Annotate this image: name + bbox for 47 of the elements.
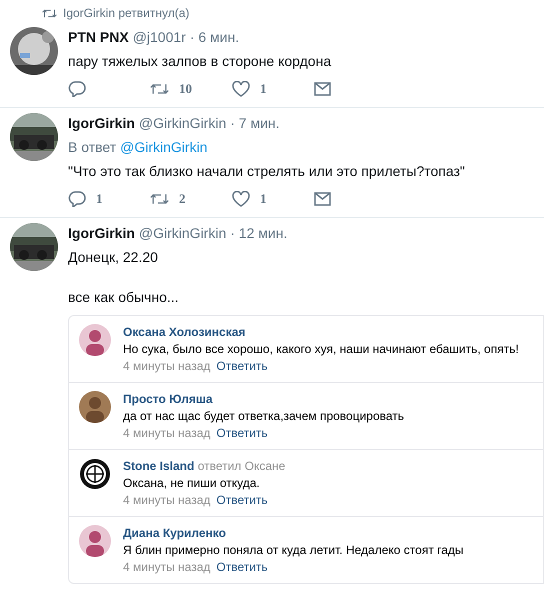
action-count: 1 [260, 80, 266, 98]
comment-author[interactable]: Оксана Холозинская [123, 325, 246, 339]
comment-time: 4 минуты назад [123, 559, 210, 576]
tweet-time: · 7 мин. [230, 115, 280, 131]
author-handle[interactable]: @GirkinGirkin [138, 225, 226, 241]
author-name[interactable]: IgorGirkin [68, 225, 135, 241]
mail-icon[interactable] [314, 192, 331, 206]
comment-author[interactable]: Диана Куриленко [123, 526, 226, 540]
action-count: 1 [96, 190, 102, 208]
comment-text: Я блин примерно поняла от куда летит. Недалеко стоят гады [123, 542, 464, 559]
author-handle[interactable]: @j1001r [132, 29, 186, 45]
action-count: 10 [179, 80, 192, 98]
reply-link[interactable]: Ответить [216, 559, 268, 576]
mail-icon[interactable] [314, 82, 331, 96]
comment-time: 4 минуты назад [123, 492, 210, 509]
author-handle[interactable]: @GirkinGirkin [138, 115, 226, 131]
tweet-text: пару тяжелых залпов в стороне кордона [68, 52, 332, 71]
tweet-text: "Что это так близко начали стрелять или это прилеты?топаз" [68, 162, 466, 181]
comment-time: 4 минуты назад [123, 425, 210, 442]
heart-icon[interactable] [232, 191, 250, 207]
tweet-text: все как обычно... [68, 288, 180, 307]
author-name[interactable]: PTN PNX [68, 29, 129, 45]
emblem-icon [79, 458, 111, 490]
comment-author[interactable]: Stone Island [123, 459, 194, 473]
retweet-icon [150, 82, 169, 96]
action-count: 2 [179, 190, 186, 208]
retweet-note: IgorGirkin ретвитнул(а) [63, 5, 190, 22]
comment-author[interactable]: Просто Юляша [123, 392, 213, 406]
tweet-text: Донецк, 22.20 [68, 248, 159, 267]
retweet-icon [150, 192, 169, 206]
heart-icon[interactable] [232, 81, 250, 97]
comment-text: Оксана, не пиши откуда. [123, 475, 261, 492]
tweet-time: · 6 мин. [190, 29, 240, 45]
reply-note: ответил Оксане [196, 459, 286, 473]
comment-time: 4 минуты назад [123, 358, 210, 375]
reply-link[interactable]: Ответить [216, 492, 268, 509]
comment-text: да от нас щас будет ответка,зачем провоцировать [123, 408, 404, 425]
action-count: 1 [260, 190, 266, 208]
reply-icon[interactable] [68, 81, 86, 97]
reply-prefix: В ответ [68, 139, 116, 155]
tweet-time: · 12 мин. [230, 225, 288, 241]
reply-icon[interactable] [68, 191, 86, 207]
reply-link[interactable]: Ответить [216, 358, 268, 375]
comment-text: Но сука, было все хорошо, какого хуя, наши начинают ебашить, опять! [123, 341, 519, 358]
author-name[interactable]: IgorGirkin [68, 115, 135, 131]
retweet-icon [42, 8, 57, 18]
reply-link[interactable]: Ответить [216, 425, 268, 442]
